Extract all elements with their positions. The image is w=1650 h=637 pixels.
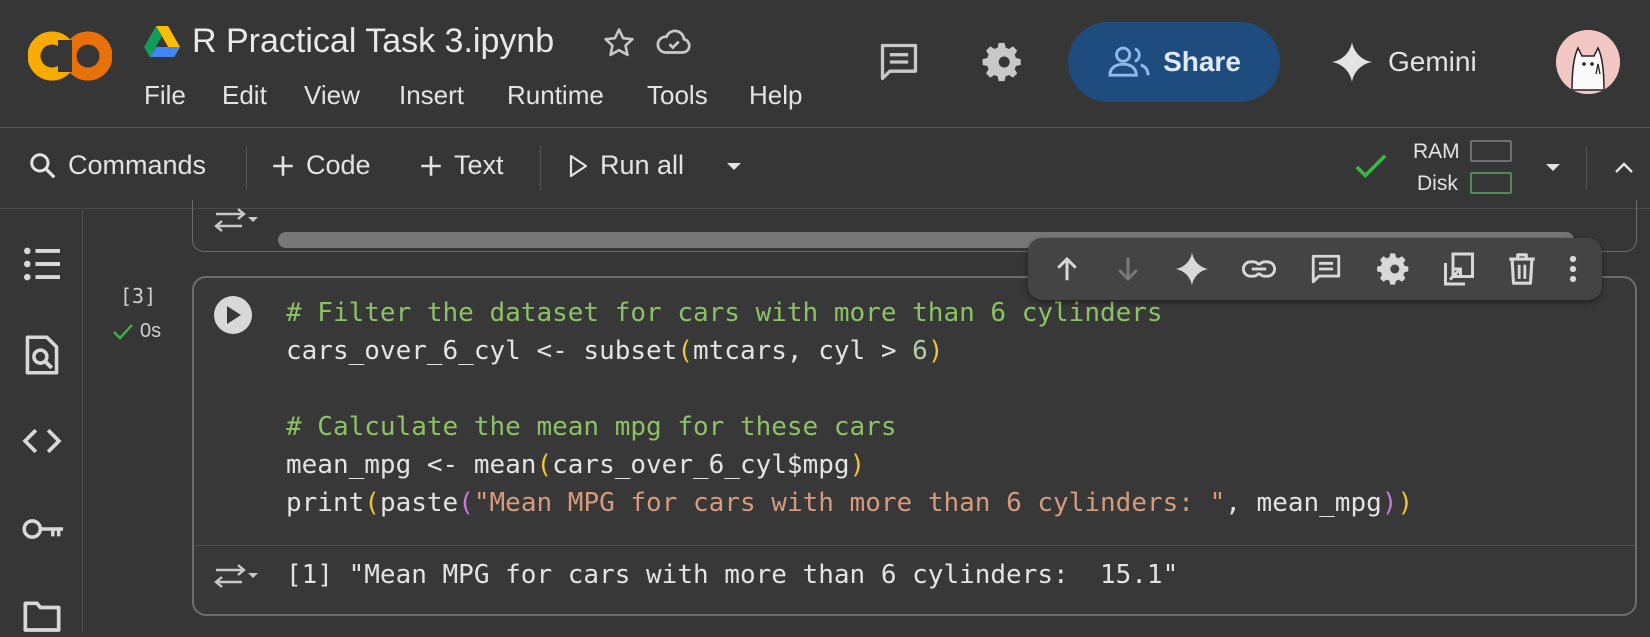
code-paren: ( [536, 450, 553, 480]
toolbar-divider [1586, 146, 1587, 190]
code-line-4[interactable]: # Calculate the mean mpg for these cars [286, 412, 896, 442]
table-of-contents-icon[interactable] [22, 246, 62, 287]
people-icon [1107, 45, 1151, 79]
execution-time: 0s [140, 320, 162, 342]
menu-insert[interactable]: Insert [399, 80, 464, 111]
code-token: print [286, 488, 365, 518]
plus-icon [270, 153, 296, 179]
code-token: mtcars, cyl > [693, 336, 913, 366]
settings-gear-icon[interactable] [980, 40, 1024, 89]
code-string: "Mean MPG for cars with more than 6 cyli… [473, 488, 1226, 518]
cell-toolbar [1028, 238, 1602, 300]
ram-label: RAM [1413, 140, 1460, 163]
star-icon[interactable] [602, 26, 636, 65]
cell-output: [1] "Mean MPG for cars with more than 6 … [286, 560, 1179, 590]
code-token: cars_over_6_cyl <- subset [286, 336, 678, 366]
ram-usage-bar[interactable] [1470, 140, 1512, 162]
check-icon [112, 323, 134, 341]
code-token: mean_mpg <- mean [286, 450, 537, 480]
code-paren: ) [1381, 488, 1398, 518]
code-line-5[interactable]: mean_mpg <- mean(cars_over_6_cyl$mpg) [286, 450, 865, 480]
add-comment-icon[interactable] [1308, 252, 1344, 286]
add-text-button[interactable]: Text [418, 150, 504, 181]
play-icon [224, 305, 242, 325]
gemini-button[interactable]: Gemini [1330, 40, 1477, 84]
notebook-toolbar [0, 128, 1650, 209]
code-paren: ) [927, 336, 944, 366]
toolbar-divider [246, 146, 247, 190]
code-snippets-icon[interactable] [22, 424, 62, 463]
play-outline-icon [566, 153, 590, 179]
gemini-sparkle-icon [1330, 40, 1374, 84]
run-all-dropdown-chevron-icon[interactable] [724, 156, 744, 181]
gemini-label: Gemini [1388, 46, 1477, 77]
plus-icon [418, 153, 444, 179]
menu-file[interactable]: File [144, 80, 186, 111]
disk-label: Disk [1417, 172, 1458, 195]
cell-settings-gear-icon[interactable] [1375, 251, 1411, 287]
files-folder-icon[interactable] [22, 598, 62, 637]
code-comment: # Filter the dataset for cars with more … [286, 298, 1163, 328]
find-replace-icon[interactable] [24, 334, 60, 381]
code-number: 6 [912, 336, 928, 366]
avatar[interactable] [1556, 30, 1620, 94]
commands-label: Commands [68, 150, 207, 180]
code-paren: ( [364, 488, 380, 518]
add-code-button[interactable]: Code [270, 150, 371, 181]
disk-usage-bar[interactable] [1470, 172, 1512, 194]
resources-dropdown-chevron-icon[interactable] [1543, 158, 1563, 183]
mirror-cell-in-tab-icon[interactable] [1442, 251, 1476, 287]
code-line-6[interactable]: print(paste("Mean MPG for cars with more… [286, 488, 1413, 518]
code-label: Code [306, 150, 371, 180]
code-token: paste [379, 488, 459, 518]
code-line-2[interactable]: cars_over_6_cyl <- subset(mtcars, cyl > … [286, 336, 943, 366]
execution-count: [3] [120, 284, 157, 308]
cloud-saved-icon[interactable] [654, 24, 694, 65]
execution-status: 0s [112, 320, 161, 343]
output-toggle-icon[interactable] [212, 562, 258, 593]
commands-button[interactable]: Commands [28, 150, 206, 181]
menu-edit[interactable]: Edit [222, 80, 267, 111]
code-paren: ) [849, 450, 866, 480]
comments-icon[interactable] [876, 40, 922, 89]
output-divider [194, 545, 1635, 546]
code-token: , mean_mpg [1225, 488, 1382, 518]
code-comment: # Calculate the mean mpg for these cars [286, 412, 897, 442]
connected-check-icon [1354, 152, 1388, 187]
move-cell-down-icon[interactable] [1113, 254, 1143, 284]
run-all-button[interactable]: Run all [566, 150, 684, 181]
share-button[interactable]: Share [1068, 22, 1280, 102]
menu-runtime[interactable]: Runtime [507, 80, 604, 111]
menu-help[interactable]: Help [749, 80, 802, 111]
colab-logo[interactable] [27, 30, 113, 87]
code-token: cars_over_6_cyl$mpg [552, 450, 850, 480]
share-label: Share [1163, 46, 1241, 77]
run-all-label: Run all [600, 150, 685, 180]
search-icon [28, 151, 58, 181]
notebook-title[interactable]: R Practical Task 3.ipynb [192, 22, 554, 61]
run-cell-button[interactable] [214, 296, 252, 334]
delete-trash-icon[interactable] [1507, 252, 1537, 286]
drive-icon [144, 26, 180, 63]
move-cell-up-icon[interactable] [1052, 254, 1082, 284]
secrets-key-icon[interactable] [22, 514, 66, 549]
output-toggle-icon[interactable] [212, 206, 258, 237]
link-icon[interactable] [1241, 258, 1277, 280]
code-paren: ( [677, 336, 693, 366]
gemini-sparkle-icon[interactable] [1174, 251, 1210, 287]
toolbar-divider [540, 146, 541, 190]
menu-view[interactable]: View [304, 80, 360, 111]
code-line-1[interactable]: # Filter the dataset for cars with more … [286, 298, 1163, 328]
more-options-icon[interactable] [1568, 254, 1578, 284]
text-label: Text [454, 150, 504, 180]
menu-tools[interactable]: Tools [647, 80, 708, 111]
code-paren: ( [458, 488, 474, 518]
code-paren: ) [1397, 488, 1414, 518]
collapse-header-chevron-up-icon[interactable] [1612, 156, 1636, 185]
